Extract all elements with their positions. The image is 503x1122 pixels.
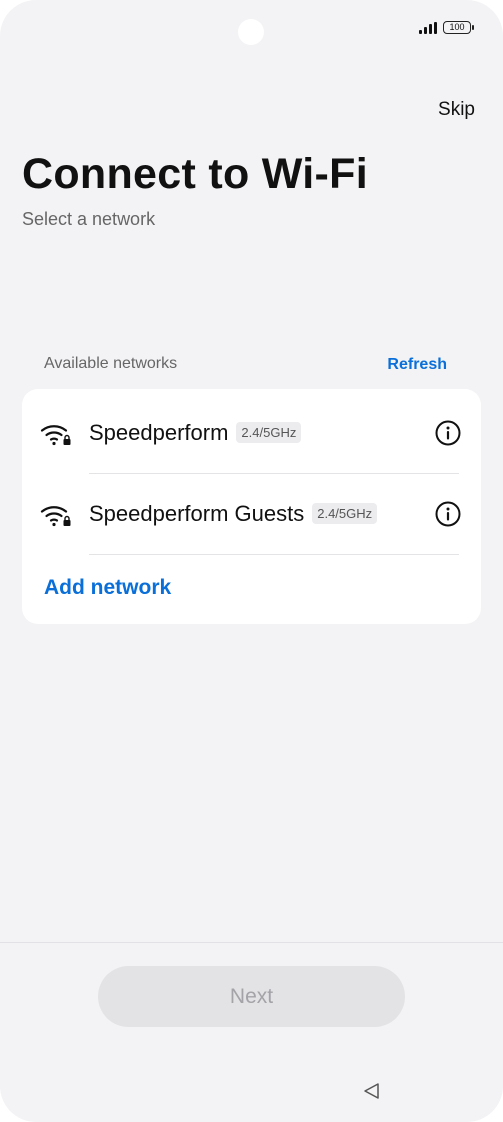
network-name: Speedperform Guests 2.4/5GHz: [89, 501, 378, 527]
status-bar: 100: [419, 21, 474, 34]
info-icon[interactable]: [435, 420, 461, 446]
phone-screen: 100 Skip Connect to Wi-Fi Select a netwo…: [0, 0, 503, 1122]
refresh-button[interactable]: Refresh: [387, 356, 447, 374]
signal-icon: [419, 21, 437, 34]
network-name-text: Speedperform: [89, 420, 229, 445]
network-row-speedperform[interactable]: Speedperform 2.4/5GHz: [22, 393, 481, 473]
camera-cutout: [238, 19, 264, 45]
network-row-speedperform-guests[interactable]: Speedperform Guests 2.4/5GHz: [22, 474, 481, 554]
next-button[interactable]: Next: [98, 966, 405, 1027]
page-title: Connect to Wi-Fi: [22, 150, 368, 198]
row-divider: [89, 554, 459, 555]
page-subtitle: Select a network: [22, 209, 156, 229]
battery-level: 100: [449, 22, 465, 32]
band-badge: 2.4/5GHz: [236, 422, 302, 443]
network-name-text: Speedperform Guests: [89, 501, 305, 526]
band-badge: 2.4/5GHz: [312, 503, 378, 524]
wifi-locked-icon: [40, 425, 71, 446]
add-network-link[interactable]: Add network: [44, 576, 171, 600]
network-list-card: Speedperform 2.4/5GHz Speedperform Guests…: [22, 389, 481, 624]
skip-button[interactable]: Skip: [438, 99, 475, 121]
info-icon[interactable]: [435, 501, 461, 527]
available-networks-label: Available networks: [44, 355, 178, 372]
footer-divider: [0, 942, 503, 943]
wifi-locked-icon: [40, 506, 71, 527]
back-triangle-icon[interactable]: [362, 1081, 382, 1101]
battery-icon: 100: [443, 21, 474, 34]
network-name: Speedperform 2.4/5GHz: [89, 420, 302, 446]
